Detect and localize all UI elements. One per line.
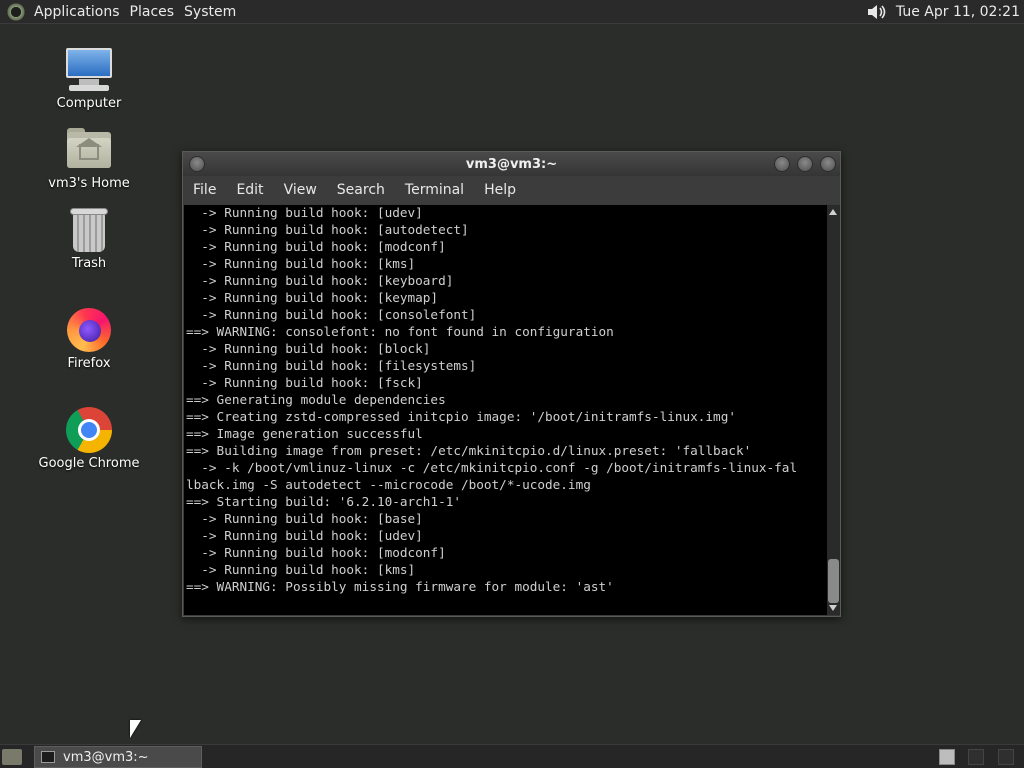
terminal-line: ==> Generating module dependencies [186, 392, 446, 407]
desktop-icon-label: vm3's Home [48, 176, 130, 191]
menu-help[interactable]: Help [474, 182, 526, 198]
scroll-up-arrow-icon[interactable] [829, 209, 837, 215]
scrollbar-thumb[interactable] [828, 559, 839, 603]
terminal-menu-bar: File Edit View Search Terminal Help [183, 176, 840, 204]
mouse-cursor-icon [130, 720, 141, 738]
clock[interactable]: Tue Apr 11, 02:21 [896, 4, 1020, 20]
window-title: vm3@vm3:~ [465, 156, 558, 172]
terminal-window[interactable]: vm3@vm3:~ File Edit View Search Terminal… [182, 151, 841, 617]
terminal-line: -> Running build hook: [keyboard] [186, 273, 454, 288]
terminal-output[interactable]: -> Running build hook: [udev] -> Running… [184, 205, 827, 615]
terminal-line: -> Running build hook: [consolefont] [186, 307, 477, 322]
terminal-line: ==> Building image from preset: /etc/mki… [186, 443, 752, 458]
chrome-icon [65, 406, 113, 454]
desktop-icon-chrome[interactable]: Google Chrome [34, 406, 144, 471]
trash-icon [65, 206, 113, 254]
terminal-line: -> -k /boot/vmlinuz-linux -c /etc/mkinit… [186, 460, 798, 475]
menu-search[interactable]: Search [327, 182, 395, 198]
volume-icon[interactable] [866, 2, 888, 22]
top-panel: Applications Places System Tue Apr 11, 0… [0, 0, 1024, 24]
terminal-scrollbar[interactable] [827, 205, 840, 615]
terminal-line: -> Running build hook: [autodetect] [186, 222, 469, 237]
scroll-down-arrow-icon[interactable] [829, 605, 837, 611]
terminal-line: -> Running build hook: [kms] [186, 256, 416, 271]
menu-system[interactable]: System [182, 4, 244, 20]
window-title-bar[interactable]: vm3@vm3:~ [183, 152, 840, 176]
desktop-icon-firefox[interactable]: Firefox [34, 306, 144, 371]
desktop-icon-trash[interactable]: Trash [34, 206, 144, 271]
menu-places[interactable]: Places [128, 4, 183, 20]
terminal-line: -> Running build hook: [udev] [186, 205, 423, 220]
terminal-line: -> Running build hook: [block] [186, 341, 431, 356]
terminal-line: -> Running build hook: [kms] [186, 562, 416, 577]
desktop-icon-label: Computer [56, 96, 122, 111]
terminal-line: -> Running build hook: [base] [186, 511, 423, 526]
terminal-text: -> Running build hook: [udev] -> Running… [184, 205, 827, 595]
mate-logo-icon[interactable] [6, 1, 26, 22]
firefox-icon [65, 306, 113, 354]
terminal-line: -> Running build hook: [keymap] [186, 290, 439, 305]
terminal-icon [41, 751, 55, 763]
terminal-line: ==> Image generation successful [186, 426, 423, 441]
menu-applications[interactable]: Applications [32, 4, 128, 20]
terminal-line: -> Running build hook: [modconf] [186, 239, 446, 254]
terminal-line: lback.img -S autodetect --microcode /boo… [186, 477, 591, 492]
home-folder-icon [65, 126, 113, 174]
window-menu-button[interactable] [189, 156, 205, 172]
desktop-icon-computer[interactable]: Computer [34, 46, 144, 111]
workspace-switcher-1[interactable] [939, 749, 955, 765]
terminal-line: ==> WARNING: Possibly missing firmware f… [186, 579, 614, 594]
taskbar-item-label: vm3@vm3:~ [63, 749, 149, 765]
menu-file[interactable]: File [183, 182, 226, 198]
taskbar-item-terminal[interactable]: vm3@vm3:~ [34, 746, 202, 768]
desktop-icon-label: Firefox [67, 356, 111, 371]
terminal-line: -> Running build hook: [modconf] [186, 545, 446, 560]
terminal-line: ==> Creating zstd-compressed initcpio im… [186, 409, 736, 424]
desktop-icon-label: Trash [71, 256, 107, 271]
terminal-line: -> Running build hook: [fsck] [186, 375, 423, 390]
terminal-line: ==> Starting build: '6.2.10-arch1-1' [186, 494, 461, 509]
maximize-button[interactable] [797, 156, 813, 172]
close-button[interactable] [820, 156, 836, 172]
terminal-line: -> Running build hook: [udev] [186, 528, 423, 543]
bottom-panel: vm3@vm3:~ [0, 744, 1024, 768]
workspace-switcher-2[interactable] [968, 749, 984, 765]
desktop-icon-label: Google Chrome [38, 456, 140, 471]
terminal-line: -> Running build hook: [filesystems] [186, 358, 477, 373]
workspace-switcher-3[interactable] [998, 749, 1014, 765]
computer-icon [65, 46, 113, 94]
show-desktop-icon[interactable] [2, 749, 22, 765]
minimize-button[interactable] [774, 156, 790, 172]
menu-edit[interactable]: Edit [226, 182, 273, 198]
menu-terminal[interactable]: Terminal [395, 182, 474, 198]
terminal-line: ==> WARNING: consolefont: no font found … [186, 324, 614, 339]
desktop-icon-home[interactable]: vm3's Home [34, 126, 144, 191]
menu-view[interactable]: View [274, 182, 327, 198]
